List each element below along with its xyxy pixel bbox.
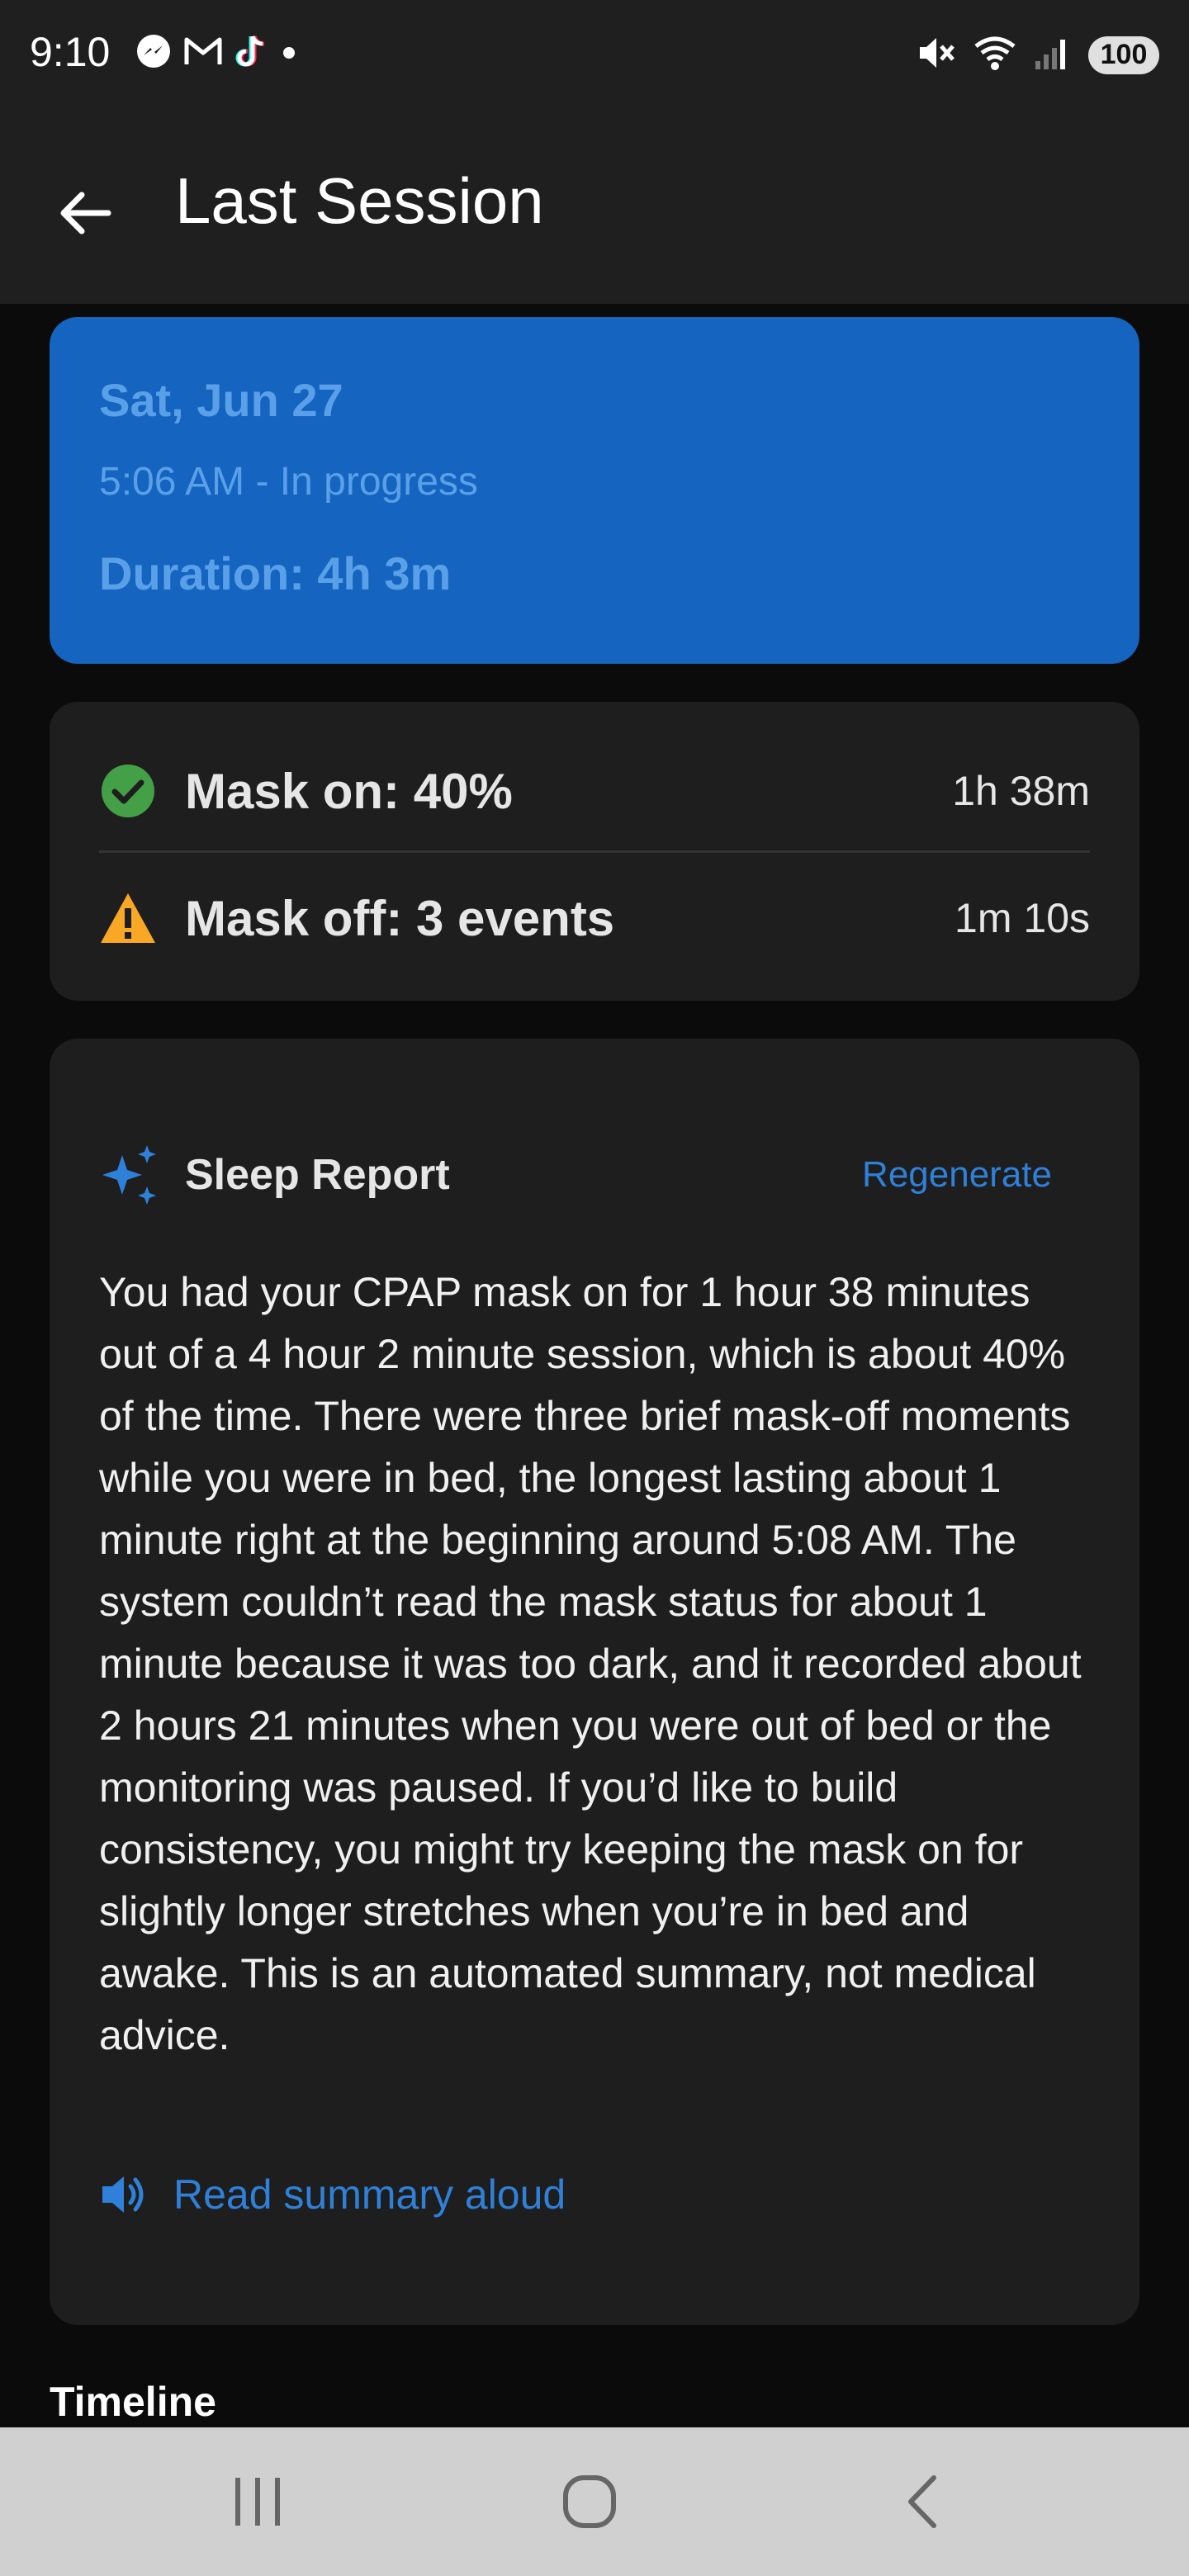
- status-bar: 9:10 100: [0, 0, 1189, 112]
- home-icon: [563, 2475, 616, 2528]
- mask-off-label: Mask off: 3 events: [185, 890, 615, 946]
- session-card[interactable]: Sat, Jun 27 5:06 AM - In progress Durati…: [50, 317, 1139, 664]
- mask-on-label: Mask on: 40%: [185, 763, 513, 819]
- mute-icon: [915, 33, 956, 77]
- gmail-icon: [183, 33, 223, 73]
- nav-back-button[interactable]: [880, 2469, 963, 2535]
- check-circle-icon: [99, 762, 157, 820]
- page-title: Last Session: [175, 164, 544, 237]
- divider: [99, 850, 1090, 853]
- system-nav-bar: [0, 2427, 1189, 2576]
- sleep-report-card: Sleep Report Regenerate You had your CPA…: [50, 1039, 1139, 2325]
- battery-icon: 100: [1088, 36, 1159, 74]
- report-summary-text: You had your CPAP mask on for 1 hour 38 …: [99, 1269, 1082, 2058]
- mask-off-row: Mask off: 3 events 1m 10s: [99, 877, 1090, 959]
- system-icons: 100: [915, 33, 1159, 77]
- warning-icon: [99, 889, 157, 947]
- signal-icon: [1034, 33, 1072, 77]
- read-aloud-label: Read summary aloud: [173, 2171, 566, 2218]
- mask-stats-card: Mask on: 40% 1h 38m Mask off: 3 events 1…: [50, 702, 1139, 1001]
- notification-icons: [135, 33, 299, 73]
- app-bar: Last Session: [0, 112, 1189, 304]
- timeline-heading: Timeline: [50, 2379, 216, 2425]
- read-aloud-button[interactable]: Read summary aloud: [99, 2170, 566, 2219]
- recents-icon: [235, 2478, 280, 2526]
- sparkle-icon: [102, 1145, 156, 1205]
- mask-off-value: 1m 10s: [955, 895, 1090, 941]
- home-button[interactable]: [548, 2469, 631, 2535]
- session-date: Sat, Jun 27: [99, 374, 343, 426]
- arrow-left-icon: [60, 192, 111, 234]
- back-button[interactable]: [50, 178, 119, 248]
- mask-on-value: 1h 38m: [952, 768, 1090, 814]
- status-time: 9:10: [30, 29, 111, 75]
- dot-icon: [279, 33, 299, 73]
- tiktok-icon: [234, 33, 268, 73]
- session-duration: Duration: 4h 3m: [99, 547, 452, 599]
- speaker-icon: [102, 2176, 144, 2213]
- report-title: Sleep Report: [185, 1151, 450, 1199]
- regenerate-button[interactable]: Regenerate: [862, 1154, 1052, 1196]
- report-header: Sleep Report Regenerate: [99, 1138, 1090, 1212]
- wifi-icon: [973, 33, 1017, 77]
- session-time-status: 5:06 AM - In progress: [99, 460, 478, 504]
- messenger-icon: [135, 33, 172, 73]
- mask-on-row: Mask on: 40% 1h 38m: [99, 750, 1090, 832]
- chevron-left-icon: [908, 2475, 936, 2528]
- recents-button[interactable]: [216, 2469, 299, 2535]
